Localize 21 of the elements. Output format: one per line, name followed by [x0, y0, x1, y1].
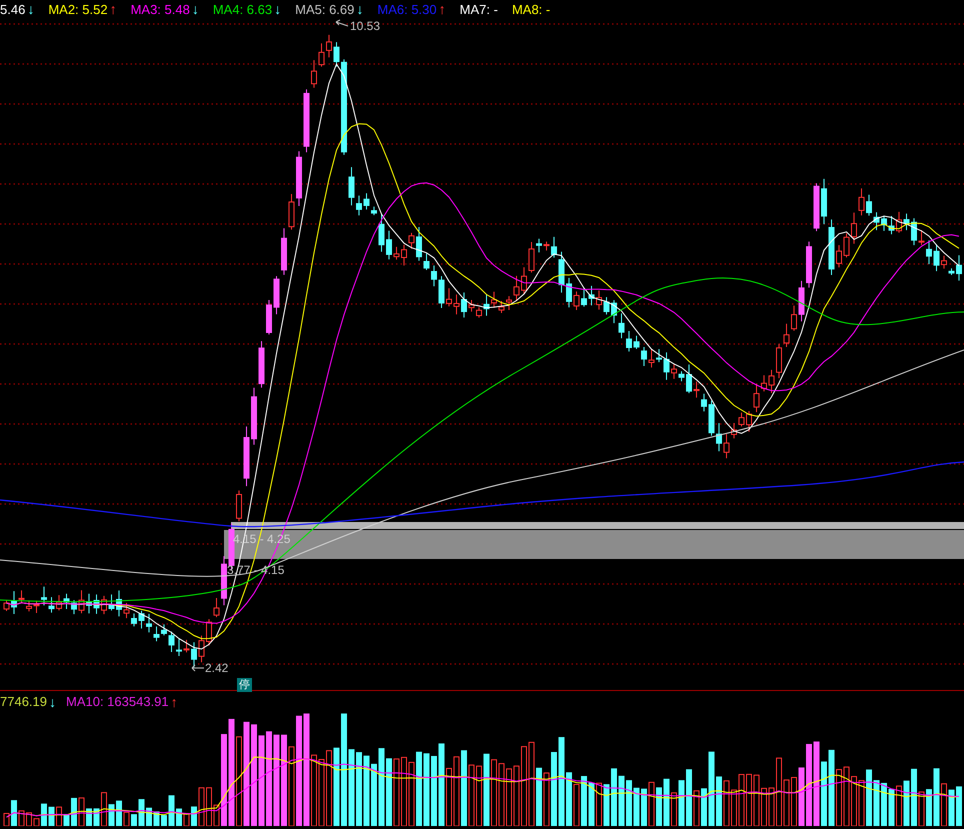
- trend-arrow: ↓: [27, 1, 34, 17]
- trend-arrow: ↑: [438, 1, 446, 17]
- halt-badge: 停: [237, 678, 252, 692]
- legend-value: MA5: 6.69: [295, 2, 354, 16]
- legend-value: MA2: 5.52: [48, 2, 108, 16]
- legend-value: MA6: 5.30: [377, 2, 437, 16]
- trend-arrow: ↓: [274, 1, 282, 17]
- legend-value: MA10: 163543.91: [66, 694, 169, 709]
- low-price-label: 2.42: [205, 661, 228, 675]
- high-price-label: 10.53: [350, 19, 380, 33]
- trend-arrow: ↑: [110, 1, 117, 17]
- legend-value: MA4: 6.63: [212, 2, 272, 16]
- trend-arrow: ↑: [170, 694, 178, 710]
- legend-value: 5.46: [0, 2, 26, 16]
- trend-arrow: ↓: [49, 694, 56, 710]
- legend-value: MA7: -: [460, 2, 498, 16]
- trend-arrow: ↓: [192, 1, 199, 17]
- legend-value: 7746.19: [0, 694, 47, 709]
- legend-value: MA3: 5.48: [130, 2, 190, 16]
- trend-arrow: ↓: [356, 1, 364, 17]
- legend-value: MA8: -: [512, 2, 550, 16]
